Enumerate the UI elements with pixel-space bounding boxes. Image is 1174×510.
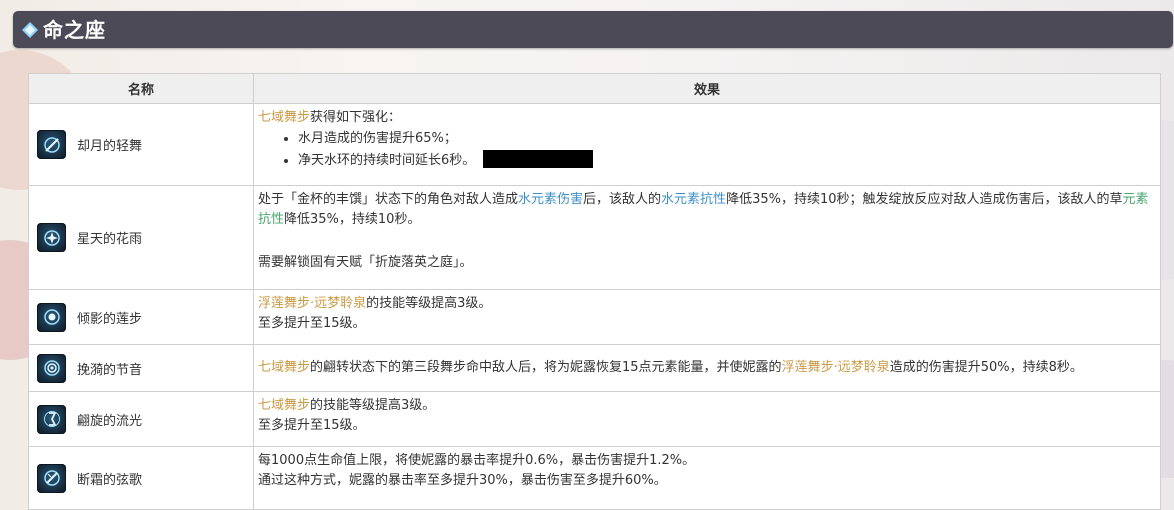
effect-cell: 每1000点生命值上限，将使妮露的暴击率提升0.6%，暴击伤害提升1.2%。 通… bbox=[253, 446, 1161, 510]
frost-string-icon bbox=[37, 463, 66, 493]
name-cell: 翩旋的流光 bbox=[28, 391, 254, 447]
effect-text: 水月造成的伤害提升65%； bbox=[298, 131, 457, 146]
effect-text: 的翩转状态下的第三段舞步命中敌人后，将为妮露恢复15点元素能量，并使妮露的 bbox=[310, 360, 782, 375]
skill-link[interactable]: 七域舞步 bbox=[258, 110, 310, 125]
effect-text: 净天水环的持续时间延长6秒。 bbox=[298, 153, 476, 168]
section-header: 命之座 bbox=[13, 11, 1173, 48]
lotus-step-icon bbox=[37, 302, 66, 332]
table-row: 星天的花雨 处于「金杯的丰馔」状态下的角色对敌人造成水元素伤害后，该敌人的水元素… bbox=[28, 185, 1161, 290]
column-header-name: 名称 bbox=[28, 73, 254, 104]
name-cell: 星天的花雨 bbox=[28, 185, 254, 290]
star-rain-icon bbox=[37, 223, 66, 252]
section-title: 命之座 bbox=[43, 18, 106, 42]
constellation-name: 断霜的弦歌 bbox=[77, 472, 143, 488]
effect-text: 通过这种方式，妮露的暴击率至多提升30%，暴击伤害至多提升60%。 bbox=[258, 473, 667, 488]
constellation-table: 名称 效果 却月的轻舞 七域舞步获得如下强化： 水月造成的伤害提升65%； 净天… bbox=[28, 73, 1161, 510]
element-link[interactable]: 水元素伤害 bbox=[518, 192, 583, 207]
list-item: 水月造成的伤害提升65%； bbox=[298, 128, 1154, 150]
effect-text: 每1000点生命值上限，将使妮露的暴击率提升0.6%，暴击伤害提升1.2%。 bbox=[258, 453, 696, 468]
whirl-light-icon bbox=[37, 404, 66, 434]
moon-dance-icon bbox=[37, 130, 66, 159]
effect-text: 的技能等级提高3级。 bbox=[310, 398, 436, 413]
effect-text: 处于「金杯的丰馔」状态下的角色对敌人造成 bbox=[258, 192, 519, 207]
table-row: 却月的轻舞 七域舞步获得如下强化： 水月造成的伤害提升65%； 净天水环的持续时… bbox=[28, 103, 1161, 186]
effect-text: 降低35%，持续10秒；触发绽放反应对敌人造成伤害后，该敌人的草 bbox=[726, 192, 1123, 207]
effect-text: 获得如下强化： bbox=[310, 110, 402, 125]
effect-cell: 七域舞步获得如下强化： 水月造成的伤害提升65%； 净天水环的持续时间延长6秒。 bbox=[253, 103, 1161, 186]
name-cell: 挽漪的节音 bbox=[28, 344, 254, 392]
ripple-rhythm-icon bbox=[37, 353, 66, 383]
effect-text: 后，该敌人的 bbox=[583, 192, 662, 207]
element-link[interactable]: 水元素抗性 bbox=[661, 192, 726, 207]
table-row: 翩旋的流光 七域舞步的技能等级提高3级。 至多提升至15级。 bbox=[28, 391, 1161, 447]
list-item: 净天水环的持续时间延长6秒。 bbox=[298, 150, 1154, 172]
effect-cell: 七域舞步的翩转状态下的第三段舞步命中敌人后，将为妮露恢复15点元素能量，并使妮露… bbox=[253, 344, 1161, 392]
skill-link[interactable]: 浮莲舞步·远梦聆泉 bbox=[258, 296, 366, 311]
constellation-name: 倾影的莲步 bbox=[77, 311, 143, 327]
effect-text: 降低35%，持续10秒。 bbox=[284, 212, 421, 227]
effect-text: 造成的伤害提升50%，持续8秒。 bbox=[889, 360, 1083, 375]
effect-text: 的技能等级提高3级。 bbox=[366, 296, 492, 311]
effect-cell: 七域舞步的技能等级提高3级。 至多提升至15级。 bbox=[253, 391, 1161, 447]
constellation-name: 星天的花雨 bbox=[77, 232, 143, 247]
effect-cell: 处于「金杯的丰馔」状态下的角色对敌人造成水元素伤害后，该敌人的水元素抗性降低35… bbox=[253, 185, 1161, 290]
constellation-name: 翩旋的流光 bbox=[77, 413, 143, 429]
name-cell: 断霜的弦歌 bbox=[28, 446, 254, 510]
name-cell: 倾影的莲步 bbox=[28, 289, 254, 345]
table-row: 断霜的弦歌 每1000点生命值上限，将使妮露的暴击率提升0.6%，暴击伤害提升1… bbox=[28, 446, 1161, 510]
table-header-row: 名称 效果 bbox=[28, 73, 1161, 104]
column-header-effect: 效果 bbox=[253, 73, 1161, 104]
skill-link[interactable]: 浮莲舞步·远梦聆泉 bbox=[782, 360, 890, 375]
effect-cell: 浮莲舞步·远梦聆泉的技能等级提高3级。 至多提升至15级。 bbox=[253, 289, 1161, 345]
effect-note: 需要解锁固有天赋「折旋落英之庭」。 bbox=[258, 255, 473, 270]
table-row: 倾影的莲步 浮莲舞步·远梦聆泉的技能等级提高3级。 至多提升至15级。 bbox=[28, 289, 1161, 345]
diamond-icon bbox=[22, 22, 38, 38]
effect-text: 至多提升至15级。 bbox=[258, 316, 366, 331]
constellation-name: 却月的轻舞 bbox=[77, 139, 143, 154]
constellation-name: 挽漪的节音 bbox=[77, 362, 143, 378]
table-row: 挽漪的节音 七域舞步的翩转状态下的第三段舞步命中敌人后，将为妮露恢复15点元素能… bbox=[28, 344, 1161, 392]
effect-text: 至多提升至15级。 bbox=[258, 418, 366, 433]
skill-link[interactable]: 七域舞步 bbox=[258, 360, 310, 375]
redaction-bar bbox=[483, 150, 594, 168]
name-cell: 却月的轻舞 bbox=[28, 103, 254, 186]
skill-link[interactable]: 七域舞步 bbox=[258, 398, 310, 413]
